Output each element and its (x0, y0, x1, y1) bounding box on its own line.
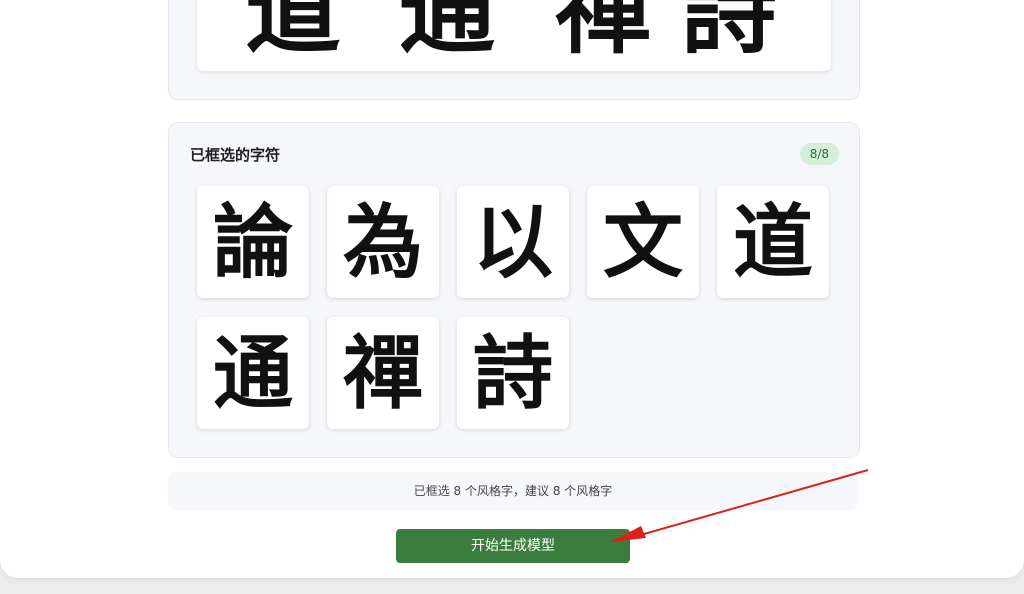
selected-characters-card: 已框选的字符 8/8 論 為 以 文 道 通 禪 詩 (168, 122, 860, 458)
char-tile[interactable]: 詩 (457, 317, 569, 429)
selected-title: 已框选的字符 (190, 146, 281, 164)
preview-char: 詩 (681, 0, 777, 67)
char-glyph: 論 (213, 195, 293, 289)
char-glyph: 文 (603, 195, 683, 289)
preview-char: 禪 (555, 0, 651, 67)
char-glyph: 通 (213, 326, 293, 420)
count-badge: 8/8 (799, 143, 839, 165)
char-glyph: 禪 (343, 326, 423, 420)
char-glyph: 為 (343, 195, 423, 289)
selection-hint: 已框选 8 个风格字，建议 8 个风格字 (168, 472, 858, 510)
preview-char: 道 (245, 0, 341, 67)
char-tile[interactable]: 論 (197, 186, 309, 298)
char-tile[interactable]: 為 (327, 186, 439, 298)
preview-card: 道 通 禪 詩 (168, 0, 860, 100)
generate-model-button[interactable]: 开始生成模型 (396, 529, 630, 563)
page-panel: 道 通 禪 詩 已框选的字符 8/8 論 為 以 文 道 通 禪 詩 已框选 8… (0, 0, 1024, 578)
preview-char: 通 (399, 0, 495, 67)
char-tile[interactable]: 文 (587, 186, 699, 298)
char-tile[interactable]: 通 (197, 317, 309, 429)
char-tile[interactable]: 禪 (327, 317, 439, 429)
preview-strip-image: 道 通 禪 詩 (197, 0, 831, 71)
char-tile[interactable]: 道 (717, 186, 829, 298)
char-glyph: 以 (473, 195, 553, 289)
char-glyph: 詩 (473, 326, 553, 420)
char-tile[interactable]: 以 (457, 186, 569, 298)
char-glyph: 道 (733, 195, 813, 289)
